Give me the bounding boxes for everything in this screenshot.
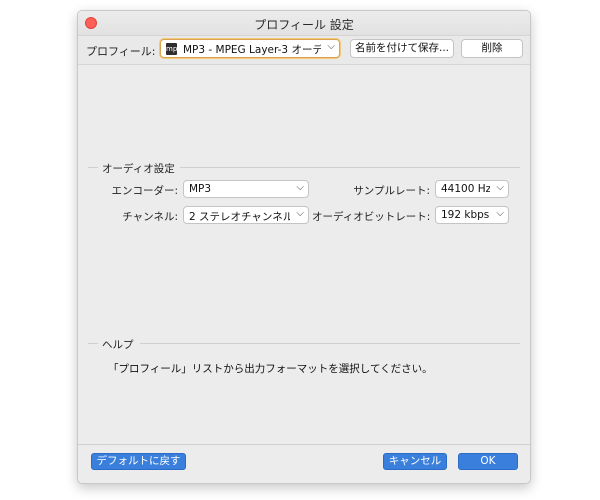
bitrate-label: オーディオビットレート: xyxy=(312,211,430,223)
window-title: プロフィール 設定 xyxy=(254,18,354,32)
audio-settings-title: オーディオ設定 xyxy=(102,163,175,175)
chevron-down-icon: ⌵ xyxy=(296,208,304,219)
profile-toolbar: プロフィール: mp3 MP3 - MPEG Layer-3 オーディオ ⌵ 名… xyxy=(78,36,530,65)
bitrate-select[interactable]: 192 kbps ⌵ xyxy=(435,206,509,224)
sample-rate-label: サンプルレート: xyxy=(353,185,430,197)
chevron-down-icon: ⌵ xyxy=(296,182,304,193)
audio-file-icon: mp3 xyxy=(166,43,182,55)
profile-settings-window: プロフィール 設定 プロフィール: mp3 MP3 - MPEG Layer-3… xyxy=(77,10,531,484)
channel-select[interactable]: 2 ステレオチャンネル ⌵ xyxy=(183,206,309,224)
chevron-down-icon: ⌵ xyxy=(327,41,335,52)
profile-select-value: MP3 - MPEG Layer-3 オーディオ xyxy=(183,44,321,56)
footer-divider xyxy=(78,444,530,445)
help-section-divider xyxy=(140,343,520,344)
profile-select[interactable]: mp3 MP3 - MPEG Layer-3 オーディオ ⌵ xyxy=(160,39,340,58)
help-title: ヘルプ xyxy=(102,339,134,351)
encoder-select-value: MP3 xyxy=(189,183,212,195)
cancel-button[interactable]: キャンセル xyxy=(383,453,447,470)
channel-select-value: 2 ステレオチャンネル xyxy=(189,211,290,223)
title-bar: プロフィール 設定 xyxy=(78,11,530,36)
chevron-down-icon: ⌵ xyxy=(496,208,504,219)
profile-label: プロフィール: xyxy=(86,45,156,58)
delete-button[interactable]: 削除 xyxy=(461,39,523,58)
encoder-select[interactable]: MP3 ⌵ xyxy=(183,180,309,198)
channel-label: チャンネル: xyxy=(122,211,178,223)
save-as-button[interactable]: 名前を付けて保存... xyxy=(350,39,454,58)
audio-section-divider xyxy=(180,167,520,168)
restore-defaults-button[interactable]: デフォルトに戻す xyxy=(91,453,186,470)
ok-button[interactable]: OK xyxy=(458,453,518,470)
sample-rate-select[interactable]: 44100 Hz ⌵ xyxy=(435,180,509,198)
help-text: 「プロフィール」リストから出力フォーマットを選択してください。 xyxy=(108,363,433,375)
chevron-down-icon: ⌵ xyxy=(496,182,504,193)
bitrate-select-value: 192 kbps xyxy=(441,209,490,221)
help-section-divider-left xyxy=(88,343,98,344)
encoder-label: エンコーダー: xyxy=(111,185,178,197)
audio-section-divider-left xyxy=(88,167,98,168)
sample-rate-select-value: 44100 Hz xyxy=(441,183,490,195)
